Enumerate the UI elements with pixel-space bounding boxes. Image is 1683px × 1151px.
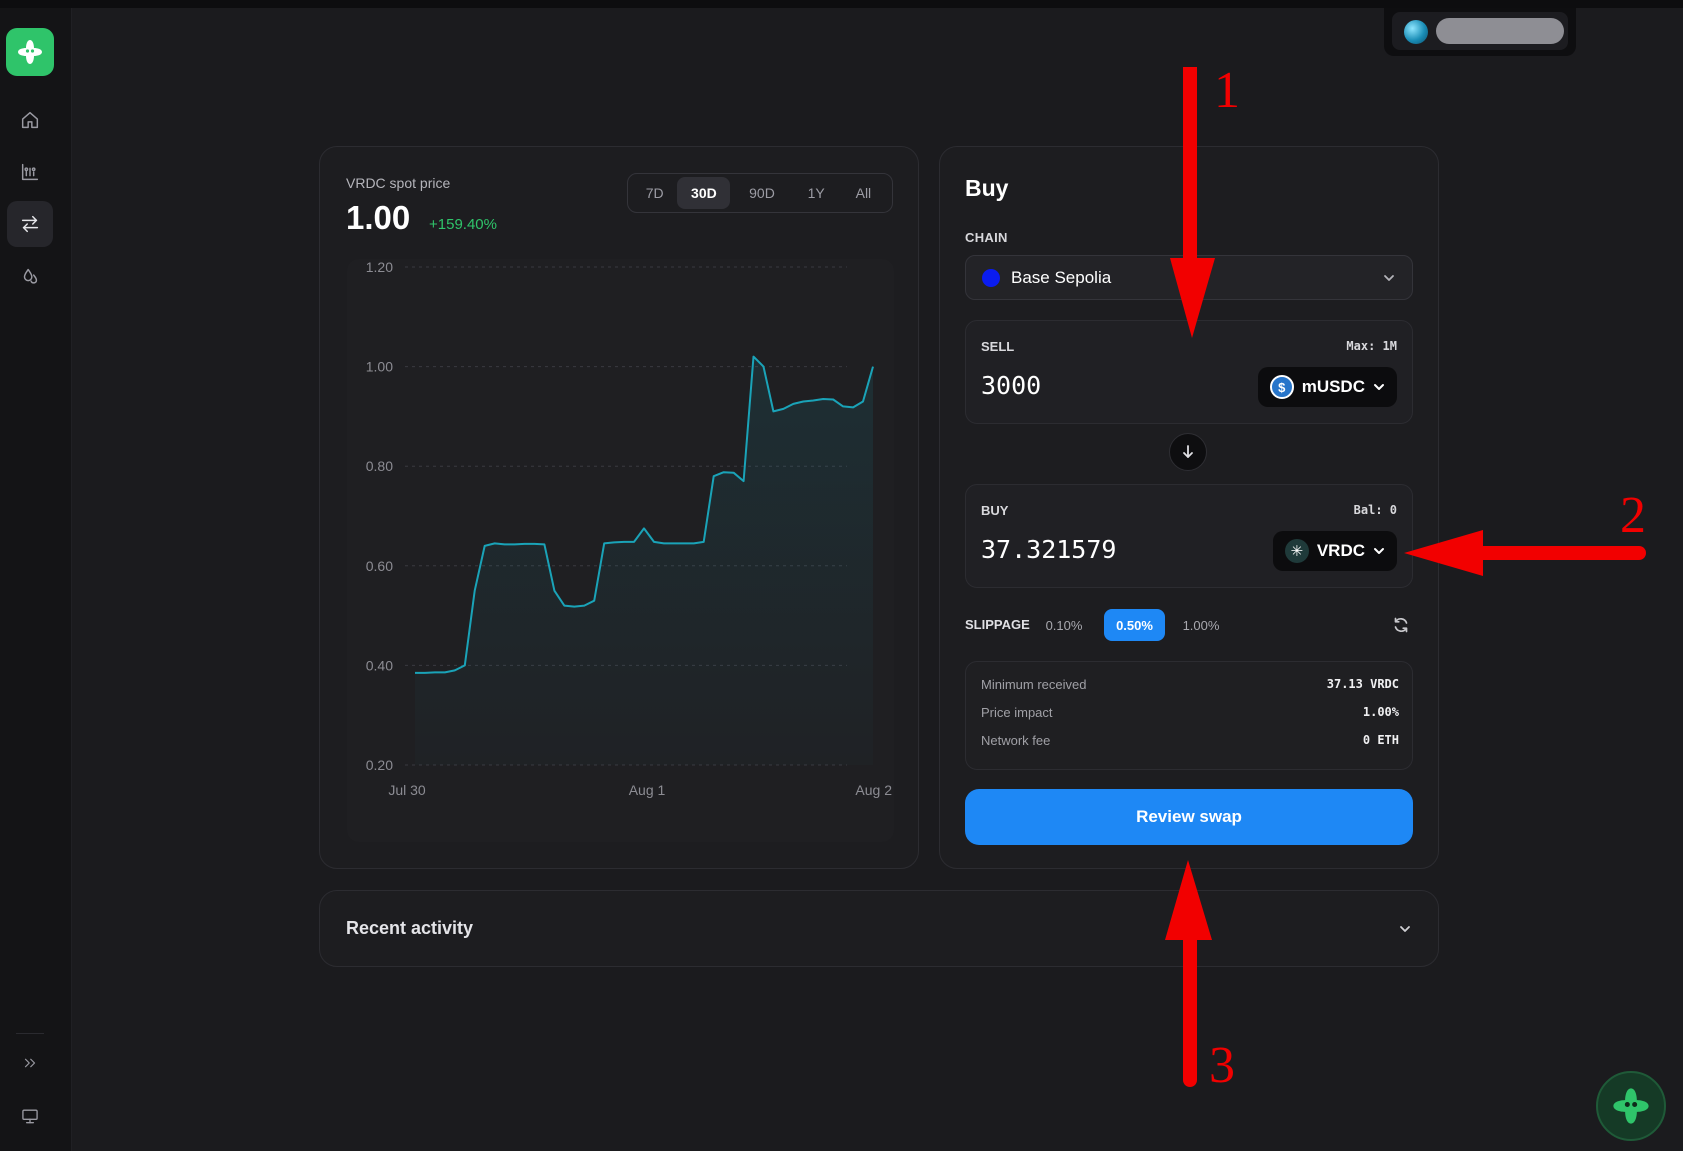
price-chart-svg: 1.20 1.00 0.80 0.60 0.40 0.20 Jul 30 Aug 1 Aug 2: [366, 259, 892, 798]
price-change-badge: +159.40%: [429, 216, 497, 233]
vrdc-icon: ✳: [1284, 539, 1309, 563]
buy-amount-output[interactable]: 37.321579: [981, 535, 1116, 564]
detail-key: Price impact: [981, 705, 1053, 720]
top-bar: [0, 0, 1683, 8]
wallet-button[interactable]: [1392, 12, 1568, 50]
wallet-area: [1384, 8, 1576, 56]
sidebar-divider: [16, 1033, 44, 1034]
buy-balance: Bal: 0: [1353, 503, 1397, 517]
sell-box: SELL Max: 1M 3000 $ mUSDC: [965, 320, 1413, 424]
range-tab-1y[interactable]: 1Y: [793, 177, 838, 209]
buy-token-name: VRDC: [1316, 541, 1365, 560]
sell-label: SELL: [981, 339, 1015, 354]
sell-max[interactable]: Max: 1M: [1346, 339, 1397, 353]
detail-value: 0 ETH: [1362, 733, 1399, 747]
series-area: [415, 356, 873, 765]
refresh-quote-button[interactable]: [1392, 616, 1410, 634]
sidebar-display-button[interactable]: [7, 1093, 53, 1139]
slippage-label: SLIPPAGE: [965, 617, 1030, 632]
brand-logo[interactable]: [6, 28, 54, 76]
sidebar-item-markets[interactable]: [7, 149, 53, 195]
refresh-icon: [1394, 617, 1408, 633]
spot-price-value: 1.00: [346, 199, 411, 236]
y-tick-label: 0.40: [366, 657, 393, 673]
y-tick-label: 0.80: [366, 458, 393, 474]
arrow-down-icon: [1183, 445, 1193, 458]
range-tab-all[interactable]: All: [839, 177, 888, 209]
annotation-label-3: 3: [1209, 1037, 1235, 1094]
slippage-option-0-50[interactable]: 0.50%: [1104, 609, 1165, 641]
swap-arrows-icon: [21, 215, 39, 233]
chain-label: CHAIN: [965, 230, 1008, 245]
annotation-label-1: 1: [1214, 62, 1240, 119]
annotation-arrow-2: 2: [1404, 487, 1646, 576]
detail-key: Minimum received: [981, 677, 1087, 692]
sidebar-item-liquidity[interactable]: [7, 253, 53, 299]
detail-row-price-impact: Price impact 1.00%: [981, 705, 1399, 725]
x-tick-label: Jul 30: [388, 782, 426, 798]
detail-value: 37.13 VRDC: [1326, 677, 1399, 691]
y-tick-label: 0.20: [366, 757, 393, 773]
recent-activity-title: Recent activity: [346, 918, 474, 938]
buy-token-select[interactable]: ✳ VRDC: [1272, 531, 1397, 571]
swap-title: Buy: [965, 175, 1009, 201]
annotation-label-2: 2: [1620, 487, 1646, 544]
y-tick-label: 0.60: [366, 558, 393, 574]
chain-color-dot: [982, 269, 1000, 287]
sidebar-expand-button[interactable]: [7, 1040, 53, 1086]
swap-card: Buy CHAIN Base Sepolia SELL Max: 1M 3000…: [939, 146, 1439, 869]
price-chart[interactable]: 1.20 1.00 0.80 0.60 0.40 0.20 Jul 30 Aug 1 Aug 2: [347, 259, 894, 842]
price-chart-card: VRDC spot price 1.00 +159.40% 7D 30D 90D…: [319, 146, 919, 869]
slippage-option-0-10[interactable]: 0.10%: [1041, 609, 1087, 641]
chevron-down-icon: [1374, 384, 1384, 390]
swap-details: Minimum received 37.13 VRDC Price impact…: [965, 661, 1413, 770]
drops-icon: [23, 268, 38, 284]
buy-label: BUY: [981, 503, 1009, 518]
spot-price-label: VRDC spot price: [346, 175, 451, 191]
slippage-option-1-00[interactable]: 1.00%: [1178, 609, 1224, 641]
chevron-down-icon[interactable]: [1398, 922, 1412, 936]
monitor-icon: [22, 1109, 38, 1124]
x-tick-label: Aug 2: [855, 782, 892, 798]
mascot-icon: [1613, 1088, 1649, 1124]
sell-amount-input[interactable]: 3000: [981, 371, 1041, 400]
y-tick-label: 1.20: [366, 259, 393, 275]
detail-row-minimum-received: Minimum received 37.13 VRDC: [981, 677, 1399, 697]
x-tick-label: Aug 1: [629, 782, 666, 798]
buy-box: BUY Bal: 0 37.321579 ✳ VRDC: [965, 484, 1413, 588]
brand-logo-icon: [18, 40, 42, 64]
usdc-icon: $: [1269, 375, 1294, 399]
sell-token-name: mUSDC: [1301, 377, 1365, 396]
home-icon: [21, 111, 39, 129]
assistant-button[interactable]: [1596, 1071, 1666, 1141]
y-tick-label: 1.00: [366, 359, 393, 375]
sell-token-select[interactable]: $ mUSDC: [1257, 367, 1397, 407]
wallet-avatar: [1404, 20, 1428, 44]
sidebar-item-swap[interactable]: [7, 201, 53, 247]
review-swap-button[interactable]: Review swap: [965, 789, 1413, 845]
range-tab-7d[interactable]: 7D: [632, 177, 677, 209]
flip-direction-button[interactable]: [1169, 433, 1207, 471]
detail-row-network-fee: Network fee 0 ETH: [981, 733, 1399, 753]
sidebar: [0, 8, 72, 1151]
time-range-tabs: 7D 30D 90D 1Y All: [627, 173, 893, 213]
recent-activity-panel[interactable]: Recent activity: [319, 890, 1439, 967]
wallet-address-redacted: [1436, 18, 1564, 44]
chain-select[interactable]: Base Sepolia: [965, 255, 1413, 300]
chevron-down-icon: [1374, 548, 1384, 554]
double-chevron-right-icon: [24, 1058, 36, 1068]
detail-value: 1.00%: [1362, 705, 1399, 719]
range-tab-90d[interactable]: 90D: [730, 177, 793, 209]
chart-icon: [21, 163, 39, 181]
detail-key: Network fee: [981, 733, 1051, 748]
sidebar-item-home[interactable]: [7, 97, 53, 143]
range-tab-30d[interactable]: 30D: [677, 177, 731, 209]
chain-name: Base Sepolia: [1011, 268, 1112, 287]
chevron-down-icon: [1382, 271, 1396, 285]
